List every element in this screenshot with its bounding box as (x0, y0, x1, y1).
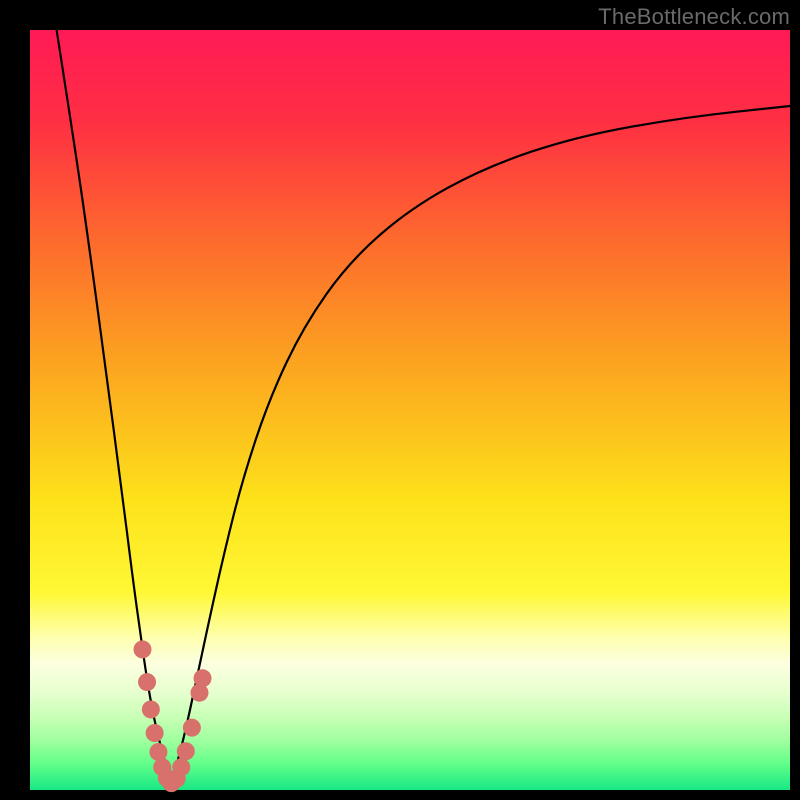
dip-marker (149, 743, 167, 761)
dip-marker (194, 669, 212, 687)
dip-marker (138, 673, 156, 691)
watermark-text: TheBottleneck.com (598, 4, 790, 30)
dip-marker (177, 742, 195, 760)
dip-marker (172, 758, 190, 776)
dip-marker (183, 719, 201, 737)
chart-container: TheBottleneck.com (0, 0, 800, 800)
dip-marker (133, 640, 151, 658)
dip-marker (142, 700, 160, 718)
dip-marker (146, 724, 164, 742)
chart-svg (0, 0, 800, 800)
